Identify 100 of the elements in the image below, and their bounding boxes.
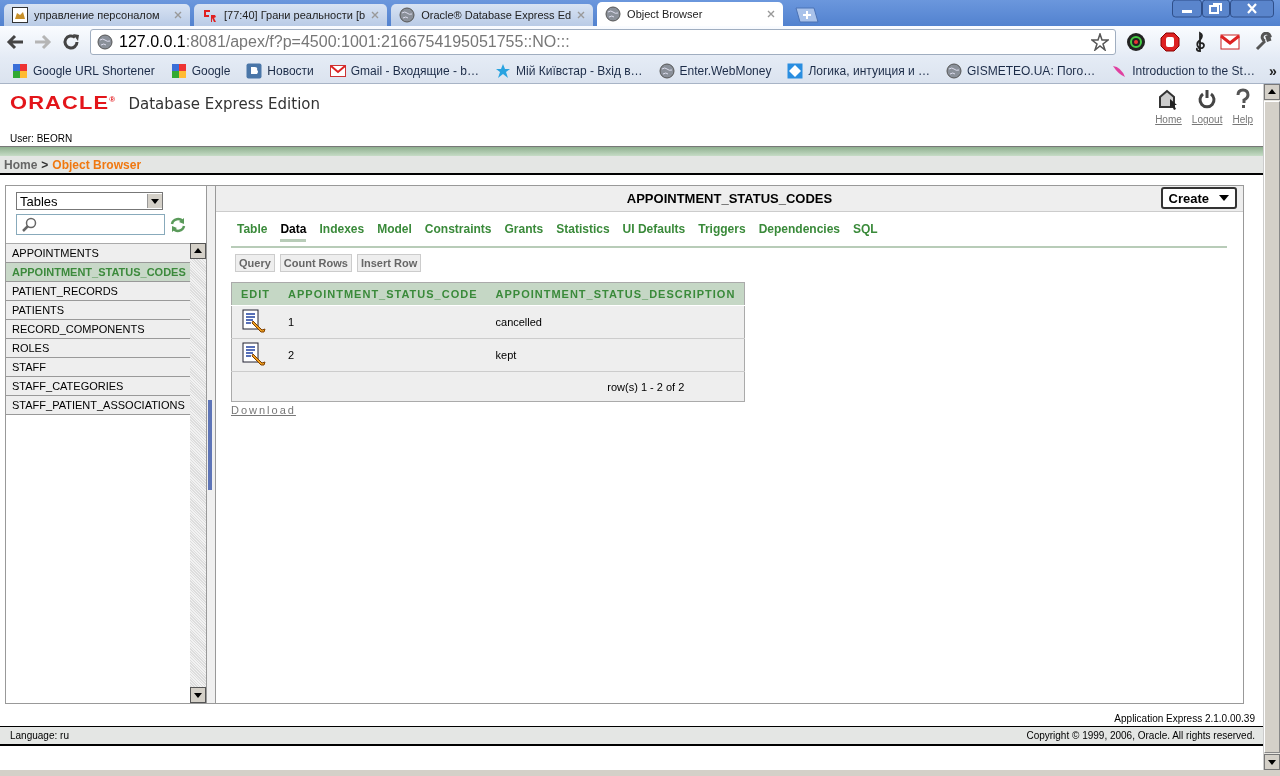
language-label: Language: ru — [10, 730, 69, 741]
close-icon — [174, 11, 182, 19]
question-mark-icon — [1234, 88, 1251, 110]
product-name: Database Express Edition — [128, 95, 320, 113]
minimize-icon — [1172, 0, 1202, 18]
version-text: Application Express 2.1.0.00.39 — [1114, 713, 1255, 724]
table-cell: 2 — [279, 338, 487, 372]
object-tab[interactable]: Data — [280, 222, 307, 242]
bookmark[interactable]: Логика, интуиция и … — [781, 62, 937, 79]
browser-tab[interactable]: Object Browser — [597, 2, 784, 26]
breadcrumb-link[interactable]: Home — [4, 157, 38, 172]
globe-icon — [605, 6, 622, 22]
nav-link[interactable]: Help — [1232, 88, 1253, 146]
table-list-item[interactable]: STAFF — [6, 358, 190, 377]
browser-tab[interactable]: управление персоналом — [4, 4, 190, 26]
google-icon — [12, 62, 28, 79]
user-label: User: BEORN — [10, 133, 74, 144]
object-tab[interactable]: Constraints — [424, 222, 492, 242]
bookmark[interactable]: Google — [164, 62, 237, 79]
stop-hand-icon — [1160, 32, 1180, 52]
back-icon — [6, 34, 24, 50]
bookmark[interactable]: Новости — [240, 62, 320, 79]
camera-lens-icon — [1126, 32, 1146, 52]
diamond-icon — [787, 62, 804, 79]
bookmark[interactable]: Мій Київстар - Вхід в… — [489, 62, 649, 79]
edit-document-icon — [241, 309, 267, 333]
object-tab[interactable]: Dependencies — [758, 222, 840, 242]
google-icon — [170, 62, 187, 79]
close-icon — [577, 11, 586, 19]
bookmark[interactable]: GISMETEO.UA: Пого… — [940, 62, 1102, 79]
action-button[interactable]: Query — [235, 254, 275, 272]
nav-link[interactable]: Logout — [1191, 88, 1223, 146]
object-type-dropdown[interactable]: Tables — [16, 192, 163, 210]
object-tab[interactable]: Triggers — [698, 222, 746, 242]
object-tab[interactable]: Indexes — [319, 222, 365, 242]
create-button[interactable]: Create — [1160, 187, 1237, 209]
bookmark[interactable]: Google URL Shortener — [6, 62, 161, 79]
search-icon — [21, 216, 37, 233]
table-cell: 1 — [279, 305, 487, 339]
table-list-item[interactable]: STAFF_PATIENT_ASSOCIATIONS — [6, 396, 190, 415]
globe-icon — [946, 62, 963, 79]
column-header: APPOINTMENT_STATUS_CODE — [279, 282, 487, 306]
new-tab-icon — [793, 7, 820, 23]
object-tab[interactable]: SQL — [853, 222, 878, 242]
column-header: EDIT — [231, 282, 280, 306]
globe-icon — [97, 34, 113, 50]
bookmark[interactable]: Introduction to the St… — [1105, 62, 1261, 79]
nav-link[interactable]: Home — [1155, 88, 1182, 146]
url-text: 127.0.0.1:8081/apex/f?p=4500:1001:2166754195051755::NO::: — [119, 33, 570, 51]
object-tab[interactable]: Model — [377, 222, 412, 242]
browser-tab[interactable]: [77:40] Грани реальности [b — [194, 4, 388, 26]
object-tab[interactable]: Grants — [504, 222, 544, 242]
treble-clef-icon — [1194, 31, 1206, 53]
table-list-item[interactable]: RECORD_COMPONENTS — [6, 320, 190, 339]
vk-icon — [246, 62, 263, 79]
forward-icon — [34, 34, 52, 50]
table-list-item[interactable]: APPOINTMENTS — [6, 244, 190, 263]
close-icon — [1230, 0, 1274, 18]
column-header: APPOINTMENT_STATUS_DESCRIPTION — [486, 282, 745, 306]
download-link[interactable]: Download — [231, 404, 296, 416]
logo: ORACLE$^{®}$ — [10, 92, 117, 114]
close-icon — [371, 11, 380, 19]
splitter-handle[interactable] — [206, 186, 216, 703]
bookmark[interactable]: Gmail - Входящие - b… — [323, 62, 485, 79]
edit-document-icon — [241, 342, 267, 366]
table-cell: kept — [486, 338, 745, 372]
breadcrumb-separator: > — [41, 157, 49, 172]
restore-icon — [1202, 0, 1230, 18]
browser-tab[interactable]: Oracle® Database Express Ed — [391, 4, 594, 26]
star-icon — [1091, 33, 1109, 51]
scroll-up-icon — [190, 243, 206, 259]
power-icon — [1197, 88, 1218, 110]
table-cell: cancelled — [486, 305, 745, 339]
object-tab[interactable]: Table — [237, 222, 268, 242]
close-icon — [767, 10, 776, 18]
list-scrollbar[interactable] — [190, 243, 206, 703]
action-button[interactable]: Insert Row — [356, 254, 422, 272]
bookmark[interactable]: Enter.WebMoney — [652, 62, 778, 79]
address-bar[interactable]: 127.0.0.1:8081/apex/f?p=4500:1001:2166754195051755::NO::: — [90, 29, 1116, 55]
more-bookmarks-button[interactable]: » — [1268, 62, 1280, 79]
globe-icon — [399, 7, 416, 23]
table-list-item[interactable]: PATIENT_RECORDS — [6, 282, 190, 301]
scroll-up-icon — [1264, 84, 1280, 100]
caret-icon — [1219, 195, 1229, 201]
reload-icon — [62, 33, 80, 51]
letters-logo-icon — [202, 7, 218, 23]
action-button[interactable]: Count Rows — [279, 254, 352, 272]
envelope-icon — [1220, 34, 1240, 50]
table-list-item[interactable]: PATIENTS — [6, 301, 190, 320]
table-list-item[interactable]: ROLES — [6, 339, 190, 358]
copyright-text: Copyright © 1999, 2006, Oracle. All rights reserved. — [1026, 730, 1255, 741]
object-tab[interactable]: UI Defaults — [622, 222, 686, 242]
object-tab[interactable]: Statistics — [556, 222, 610, 242]
envelope-icon — [329, 62, 346, 79]
pagination-text: row(s) 1 - 2 of 2 — [607, 380, 685, 393]
scroll-down-icon — [190, 687, 206, 703]
search-field[interactable] — [16, 214, 165, 235]
table-list-item[interactable]: STAFF_CATEGORIES — [6, 377, 190, 396]
caret-icon — [151, 198, 159, 204]
star-icon — [495, 62, 511, 79]
